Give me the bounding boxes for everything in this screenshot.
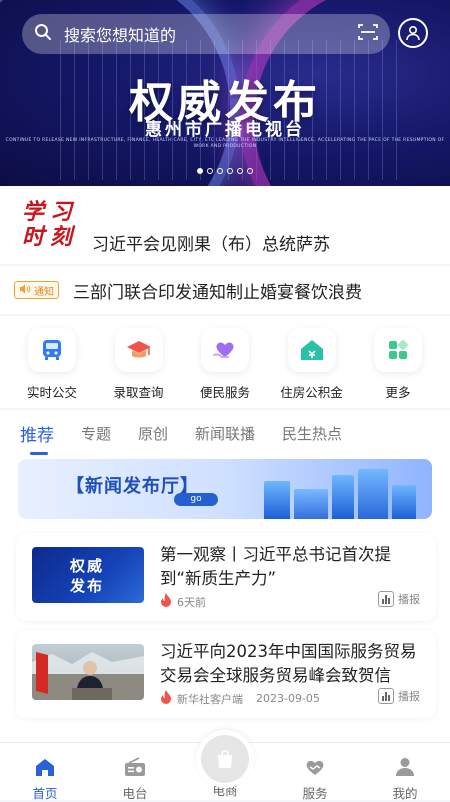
search-input[interactable]: 搜索您想知道的	[64, 22, 358, 46]
nav-label: 我的	[392, 786, 418, 801]
tab-livelihood[interactable]: 民生热点	[282, 423, 342, 444]
nav-service[interactable]: 服务	[270, 743, 360, 801]
home-icon	[34, 757, 56, 780]
service-convenience[interactable]: 便民服务	[185, 328, 265, 408]
carousel-dot[interactable]	[207, 168, 213, 174]
broadcast-label: 播报	[398, 690, 420, 703]
press-hall-banner[interactable]: 【新闻发布厅】 go	[18, 459, 432, 519]
headline-title[interactable]: 习近平会见刚果（布）总统萨苏	[92, 230, 330, 255]
hot-flame-icon	[160, 690, 172, 707]
person-icon	[394, 757, 416, 780]
building-illustration	[392, 485, 416, 519]
news-card[interactable]: 权威 发布 第一观察丨习近平总书记首次提到“新质生产力” 6天前 播报	[16, 533, 436, 621]
news-title[interactable]: 习近平向2023年中国国际服务贸易交易会全球服务贸易峰会致贺信	[160, 640, 422, 688]
service-label: 便民服务	[199, 385, 250, 400]
speaker-icon	[19, 284, 31, 297]
news-source: 新华社客户端	[177, 692, 243, 706]
tab-recommend[interactable]: 推荐	[20, 421, 54, 455]
news-meta: 6天前	[160, 593, 206, 610]
carousel-dot[interactable]	[197, 168, 203, 174]
news-title[interactable]: 第一观察丨习近平总书记首次提到“新质生产力”	[160, 543, 422, 591]
radio-icon	[124, 757, 146, 780]
audio-bars-icon	[378, 591, 394, 607]
nav-shop-button[interactable]	[196, 730, 254, 788]
nav-radio[interactable]: 电台	[90, 743, 180, 801]
banner-small-text: CONTINUE TO RELEASE NEW INFRASTRUCTURE, …	[5, 138, 445, 149]
broadcast-label: 播报	[398, 593, 420, 606]
carousel-dot[interactable]	[227, 168, 233, 174]
carousel-dot[interactable]	[217, 168, 223, 174]
carousel-dot[interactable]	[237, 168, 243, 174]
nav-profile[interactable]: 我的	[360, 743, 450, 801]
service-grid: 实时公交 录取查询 便民服务 住房公积金 更多	[0, 316, 450, 408]
news-card[interactable]: 习近平向2023年中国国际服务贸易交易会全球服务贸易峰会致贺信 新华社客户端 2…	[16, 630, 436, 718]
news-time: 2023-09-05	[256, 692, 320, 705]
category-tabs: 推荐 专题 原创 新闻联播 民生热点	[0, 410, 450, 456]
nav-label: 电台	[122, 786, 148, 801]
shopping-bag-icon	[201, 735, 249, 783]
news-meta: 新华社客户端 2023-09-05	[160, 690, 320, 707]
promo-go-button[interactable]: go	[174, 493, 218, 506]
news-thumbnail	[32, 644, 144, 700]
bus-icon	[28, 328, 76, 372]
hot-flame-icon	[160, 593, 172, 610]
news-time: 6天前	[177, 595, 206, 609]
news-thumbnail: 权威 发布	[32, 547, 144, 603]
tab-news-broadcast[interactable]: 新闻联播	[195, 423, 255, 444]
service-admission-query[interactable]: 录取查询	[99, 328, 179, 408]
thumbnail-text: 权威	[70, 557, 105, 575]
service-label: 更多	[385, 385, 411, 400]
service-housing-fund[interactable]: 住房公积金	[272, 328, 352, 408]
service-label: 住房公积金	[280, 385, 343, 400]
study-moment-logo: 学习时刻	[22, 199, 79, 250]
service-more[interactable]: 更多	[358, 328, 438, 408]
house-icon	[287, 328, 336, 372]
audio-bars-icon	[378, 688, 394, 704]
search-bar[interactable]: 搜索您想知道的	[22, 14, 390, 54]
building-illustration	[358, 469, 388, 519]
notice-bar[interactable]: 通知 三部门联合印发通知制止婚宴餐饮浪费	[0, 266, 450, 314]
notice-text[interactable]: 三部门联合印发通知制止婚宴餐饮浪费	[73, 278, 362, 303]
nav-label: 服务	[302, 786, 328, 801]
handshake-icon	[304, 757, 326, 780]
building-illustration	[294, 489, 328, 519]
search-icon	[34, 23, 52, 45]
graduation-cap-icon	[114, 328, 163, 372]
broadcast-button[interactable]: 播报	[378, 688, 420, 704]
building-illustration	[264, 481, 290, 519]
service-label: 实时公交	[26, 385, 77, 400]
banner-carousel[interactable]: 权威发布 惠州市广播电视台 CONTINUE TO RELEASE NEW IN…	[0, 0, 450, 186]
heart-hands-icon	[201, 328, 249, 372]
thumbnail-text: 发布	[70, 577, 105, 595]
grid-icon	[374, 328, 422, 372]
carousel-indicator[interactable]	[0, 168, 450, 174]
notice-badge-label: 通知	[34, 286, 54, 298]
service-realtime-bus[interactable]: 实时公交	[12, 328, 92, 408]
news-photo-illustration	[32, 652, 144, 700]
nav-home[interactable]: 首页	[0, 743, 90, 801]
service-label: 录取查询	[113, 385, 164, 400]
building-illustration	[332, 475, 354, 519]
banner-subtitle: 惠州市广播电视台	[145, 120, 305, 140]
tab-original[interactable]: 原创	[138, 423, 168, 444]
headline-card[interactable]: 学习时刻 习近平会见刚果（布）总统萨苏	[0, 186, 450, 264]
carousel-dot[interactable]	[247, 168, 253, 174]
broadcast-button[interactable]: 播报	[378, 591, 420, 607]
user-icon[interactable]	[398, 18, 428, 48]
nav-label: 首页	[32, 786, 58, 801]
notice-badge: 通知	[14, 281, 59, 299]
tab-topics[interactable]: 专题	[81, 423, 111, 444]
scan-icon[interactable]	[358, 23, 378, 45]
